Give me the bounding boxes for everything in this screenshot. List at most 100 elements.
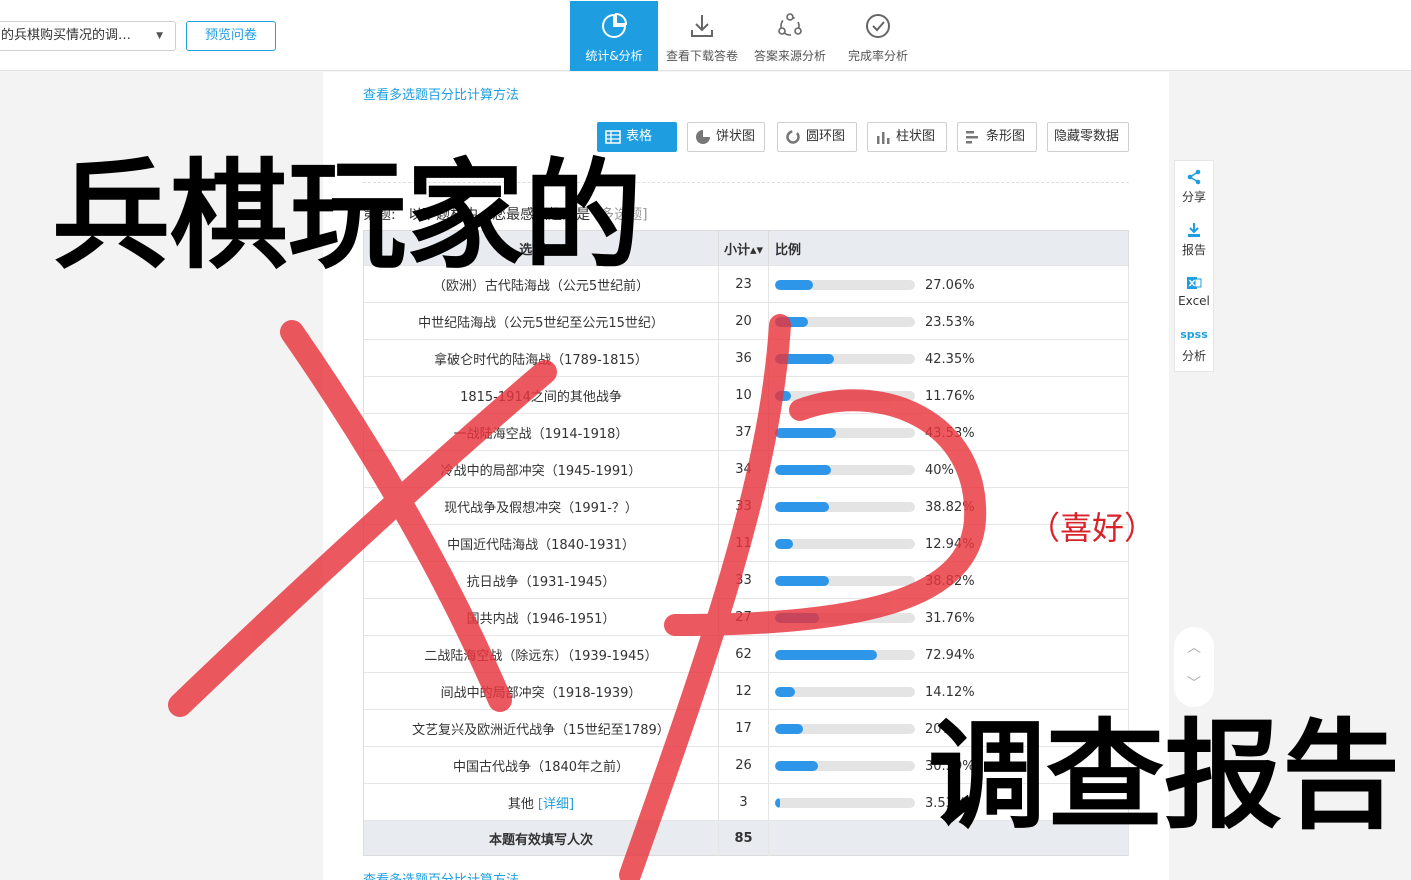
table-row: 二战陆海空战（除远东）（1939-1945） 62 72.94% (363, 635, 1129, 673)
spss-analysis-button[interactable]: spss 分析 (1175, 320, 1213, 373)
sort-icon: ▴▾ (749, 242, 764, 258)
progress-bar-fill (775, 354, 835, 364)
option-cell: 文艺复兴及欧洲近代战争（15世纪至1789） (363, 709, 719, 747)
option-cell: 间战中的局部冲突（1918-1939） (363, 672, 719, 710)
report-button[interactable]: 报告 (1175, 214, 1213, 267)
option-cell: 冷战中的局部冲突（1945-1991） (363, 450, 719, 488)
option-cell: 拿破仑时代的陆海战（1789-1815） (363, 339, 719, 377)
count-cell: 11 (718, 524, 769, 562)
progress-bar (775, 354, 915, 364)
total-count: 85 (718, 820, 769, 856)
view-horizontal-bar-button[interactable]: 条形图 (957, 122, 1037, 152)
option-label: 中世纪陆海战（公元5世纪至公元15世纪） (418, 315, 664, 331)
ratio-text: 11.76% (925, 389, 975, 404)
progress-bar-fill (775, 465, 831, 475)
column-header-count[interactable]: 小计▴▾ (718, 230, 769, 266)
progress-bar (775, 317, 915, 327)
count-cell: 37 (718, 413, 769, 451)
share-icon (1187, 169, 1201, 185)
option-label: 国共内战（1946-1951） (466, 611, 616, 627)
survey-select-value: 的兵棋购买情况的调… (1, 28, 132, 43)
share-nodes-icon (778, 13, 802, 36)
scroll-up-icon[interactable]: ︿ (1174, 627, 1214, 657)
table-row: 冷战中的局部冲突（1945-1991） 34 40% (363, 450, 1129, 488)
option-cell: 1815-1914之间的其他战争 (363, 376, 719, 414)
table-row: 1815-1914之间的其他战争 10 11.76% (363, 376, 1129, 414)
ratio-cell: 43.53% (768, 413, 1129, 451)
tab-completion-analysis[interactable]: 完成率分析 (834, 1, 922, 71)
calc-method-link-bottom[interactable]: 查看多选题百分比计算方法 (363, 869, 519, 880)
count-cell: 3 (718, 783, 769, 821)
option-label: 1815-1914之间的其他战争 (460, 389, 622, 405)
progress-bar (775, 687, 915, 697)
option-cell: 中世纪陆海战（公元5世纪至公元15世纪） (363, 302, 719, 340)
view-donut-button[interactable]: 圆环图 (777, 122, 857, 152)
option-cell: 二战陆海空战（除远东）（1939-1945） (363, 635, 719, 673)
option-cell: 抗日战争（1931-1945） (363, 561, 719, 599)
download-icon (691, 15, 713, 37)
table-row: 拿破仑时代的陆海战（1789-1815） 36 42.35% (363, 339, 1129, 377)
top-bar: 的兵棋购买情况的调… ▼ 预览问卷 统计&分析 查看下载答卷 答案来源分析 完成… (0, 0, 1411, 71)
progress-bar (775, 428, 915, 438)
ratio-cell: 23.53% (768, 302, 1129, 340)
pie-icon (696, 130, 710, 144)
table-row: 中国近代陆海战（1840-1931） 11 12.94% (363, 524, 1129, 562)
ratio-text: 43.53% (925, 426, 975, 441)
progress-bar-fill (775, 576, 830, 586)
excel-button[interactable]: Excel (1175, 267, 1213, 320)
option-label: 拿破仑时代的陆海战（1789-1815） (434, 352, 648, 368)
option-cell: 中国古代战争（1840年之前） (363, 746, 719, 784)
excel-icon (1187, 277, 1202, 289)
table-row: 中世纪陆海战（公元5世纪至公元15世纪） 20 23.53% (363, 302, 1129, 340)
detail-link[interactable]: [详细] (538, 797, 574, 812)
progress-bar (775, 650, 915, 660)
overlay-note: （喜好） (1028, 509, 1157, 547)
table-row: 一战陆海空战（1914-1918） 37 43.53% (363, 413, 1129, 451)
check-circle-icon (866, 14, 890, 38)
ratio-cell: 40% (768, 450, 1129, 488)
option-cell: 一战陆海空战（1914-1918） (363, 413, 719, 451)
progress-bar-fill (775, 798, 780, 808)
horizontal-bar-icon (966, 131, 978, 144)
option-label: 一战陆海空战（1914-1918） (453, 426, 629, 442)
calc-method-link[interactable]: 查看多选题百分比计算方法 (363, 84, 519, 103)
progress-bar-fill (775, 502, 830, 512)
side-label: 报告 (1181, 243, 1206, 257)
progress-bar (775, 280, 915, 290)
share-button[interactable]: 分享 (1175, 161, 1213, 214)
donut-icon (786, 130, 800, 144)
ratio-text: 31.76% (925, 611, 975, 626)
tab-source-analysis[interactable]: 答案来源分析 (746, 1, 834, 71)
hide-zero-button[interactable]: 隐藏零数据 (1047, 122, 1129, 152)
count-cell: 20 (718, 302, 769, 340)
survey-select[interactable]: 的兵棋购买情况的调… ▼ (0, 21, 176, 51)
ratio-cell: 27.06% (768, 265, 1129, 303)
side-label: Excel (1178, 294, 1210, 308)
progress-bar (775, 539, 915, 549)
preview-survey-button[interactable]: 预览问卷 (186, 21, 276, 51)
overlay-subtitle: 调查报告 (928, 707, 1401, 845)
view-bar-button[interactable]: 柱状图 (867, 122, 947, 152)
tab-label: 统计&分析 (585, 49, 643, 63)
ratio-cell: 42.35% (768, 339, 1129, 377)
tab-view-download[interactable]: 查看下载答卷 (658, 1, 746, 71)
count-cell: 26 (718, 746, 769, 784)
count-cell: 17 (718, 709, 769, 747)
option-label: 冷战中的局部冲突（1945-1991） (440, 463, 642, 479)
ratio-cell: 31.76% (768, 598, 1129, 636)
ratio-cell: 38.82% (768, 561, 1129, 599)
count-cell: 33 (718, 487, 769, 525)
progress-bar (775, 798, 915, 808)
option-label: 抗日战争（1931-1945） (466, 574, 616, 590)
progress-bar-fill (775, 650, 878, 660)
ratio-text: 27.06% (925, 278, 975, 293)
toolbar-label: 圆环图 (806, 129, 846, 144)
progress-bar (775, 576, 915, 586)
view-pie-button[interactable]: 饼状图 (687, 122, 765, 152)
ratio-cell: 72.94% (768, 635, 1129, 673)
side-label: 分享 (1181, 190, 1206, 204)
count-cell: 10 (718, 376, 769, 414)
tab-statistics-analysis[interactable]: 统计&分析 (570, 1, 658, 71)
table-row: 抗日战争（1931-1945） 33 38.82% (363, 561, 1129, 599)
progress-bar-fill (775, 391, 792, 401)
